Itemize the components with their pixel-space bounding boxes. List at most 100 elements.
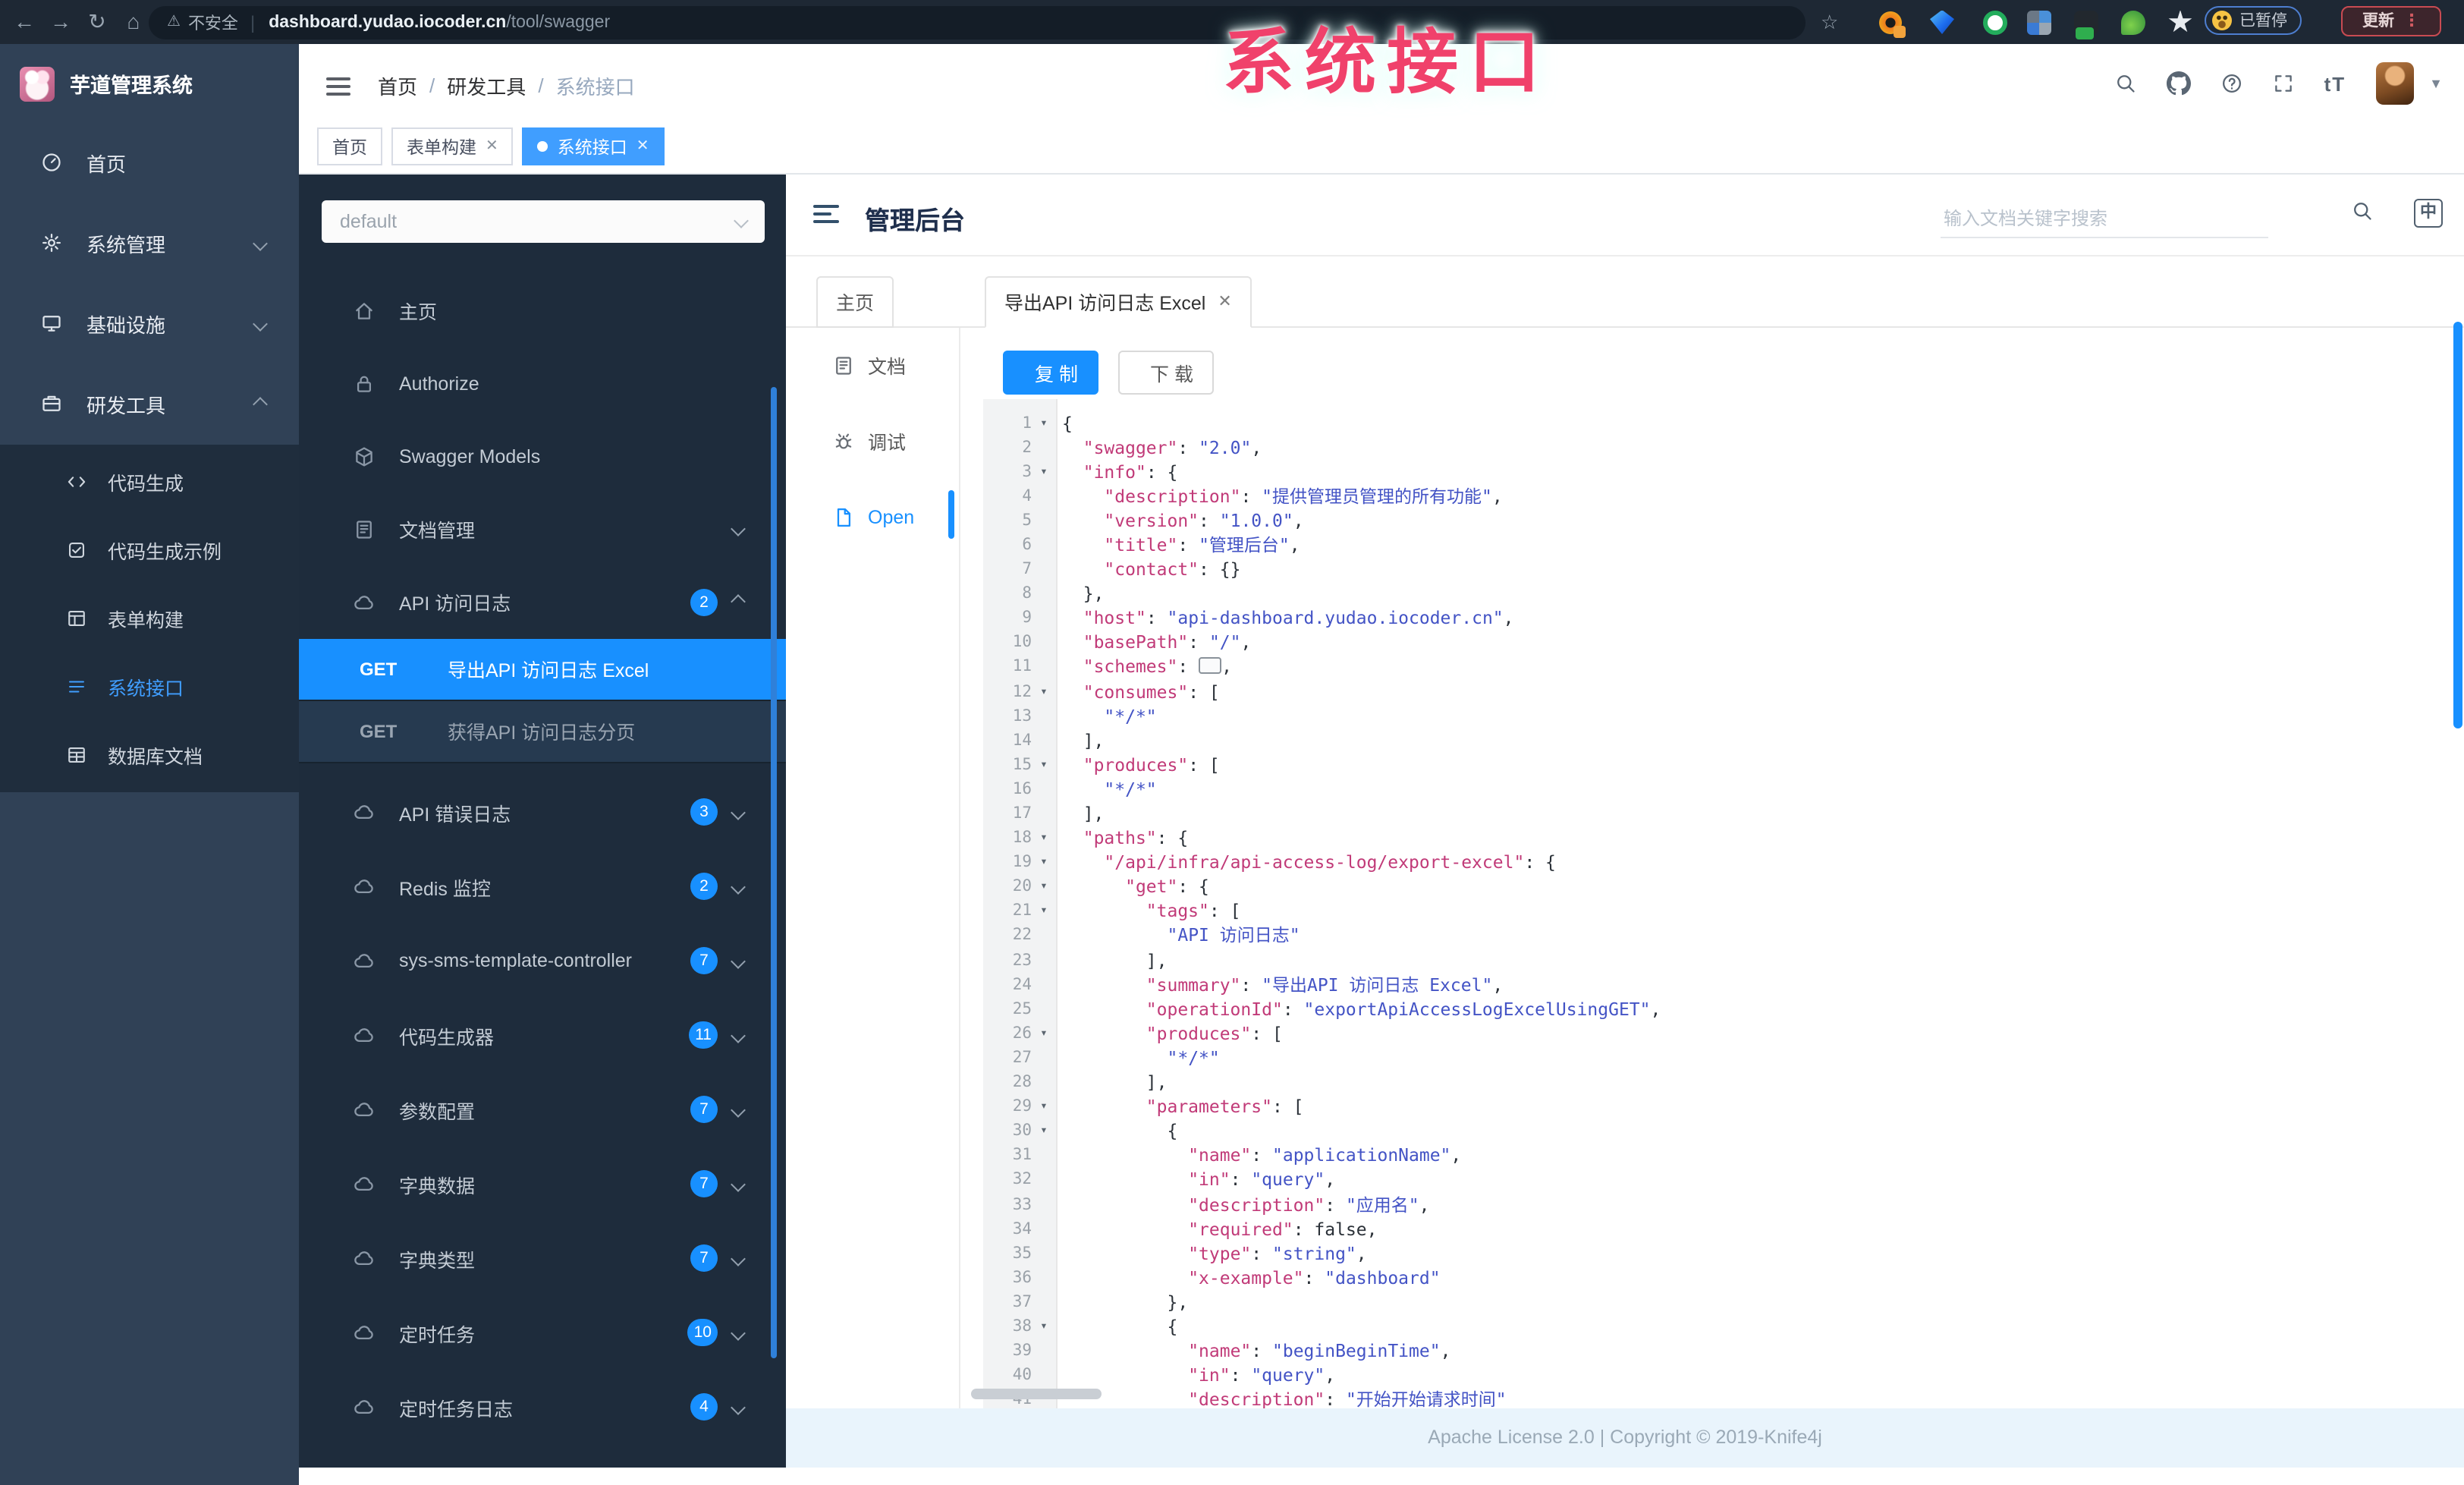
json-editor[interactable]: 1 ▾{2 "swagger": "2.0", 3 ▾ "info": {4 "des… — [983, 398, 2464, 1408]
doc-nav-调试[interactable]: 调试 — [786, 403, 953, 479]
fold-icon[interactable]: ▾ — [1032, 679, 1056, 703]
sidebar-subitem-3[interactable]: 系统接口 — [0, 653, 299, 721]
api-operation-1[interactable]: GET 获得API 访问日志分页 — [299, 700, 786, 763]
api-nav-item-b0[interactable]: API 错误日志 3 — [299, 775, 786, 849]
extension-icon-7[interactable] — [2168, 10, 2192, 33]
token: "get" — [1125, 876, 1178, 898]
tag-1[interactable]: 表单构建 ✕ — [391, 127, 514, 165]
sidebar-item-0[interactable]: 首页 — [0, 123, 299, 203]
api-nav-item-1[interactable]: Authorize — [299, 347, 786, 420]
fold-icon[interactable]: ▾ — [1032, 899, 1056, 923]
api-nav-item-2[interactable]: Swagger Models — [299, 420, 786, 492]
breadcrumb-link[interactable]: 首页 — [378, 71, 417, 100]
api-nav-item-b3[interactable]: 代码生成器 11 — [299, 998, 786, 1072]
tag-label: 表单构建 — [407, 139, 476, 157]
sidebar-subitem-0[interactable]: 代码生成 — [0, 448, 299, 516]
extension-icon-2[interactable] — [1930, 10, 1954, 34]
api-operation-0[interactable]: GET 导出API 访问日志 Excel — [299, 638, 786, 700]
token: , — [1650, 998, 1661, 1020]
close-icon[interactable]: ✕ — [636, 138, 649, 155]
sidebar-item-2[interactable]: 基础设施 — [0, 284, 299, 364]
github-icon[interactable] — [2166, 71, 2191, 96]
forward-icon[interactable]: → — [46, 0, 76, 44]
fold-icon[interactable]: ▾ — [1032, 1118, 1056, 1143]
sidebar-item-3[interactable]: 研发工具 — [0, 364, 299, 445]
extension-icon-4[interactable] — [2027, 10, 2051, 34]
doc-nav-Open[interactable]: Open — [786, 479, 953, 555]
code-line: 35 "type": "string", — [983, 1241, 2464, 1265]
fold-icon[interactable]: ▾ — [1032, 850, 1056, 874]
api-nav-item-0[interactable]: 主页 — [299, 274, 786, 347]
chevron-down-icon — [731, 953, 746, 968]
doc-tab-1[interactable]: 导出API 访问日志 Excel ✕ — [985, 275, 1252, 327]
api-sidebar-scrollbar[interactable] — [771, 386, 777, 1358]
fold-icon[interactable]: ▾ — [1032, 826, 1056, 850]
api-nav-item-b2[interactable]: sys-sms-template-controller 7 — [299, 923, 786, 998]
update-button[interactable]: 更新 ⋮ — [2341, 5, 2441, 36]
fullscreen-icon[interactable] — [2273, 73, 2294, 94]
api-nav-item-b4[interactable]: 参数配置 7 — [299, 1072, 786, 1147]
home-icon[interactable]: ⌂ — [118, 0, 149, 44]
fold-icon[interactable]: ▾ — [1032, 459, 1056, 483]
doc-tab-0[interactable]: 主页 — [816, 275, 894, 327]
api-nav-item-b9[interactable]: 岗位 — [299, 1444, 786, 1467]
user-avatar[interactable] — [2376, 62, 2415, 105]
count-badge: 7 — [690, 1170, 718, 1197]
collapse-icon[interactable] — [813, 204, 839, 224]
reload-icon[interactable]: ↻ — [82, 0, 112, 44]
close-icon[interactable]: ✕ — [486, 138, 498, 155]
extension-icon-6[interactable] — [2121, 10, 2145, 34]
tag-2[interactable]: 系统接口 ✕ — [522, 127, 665, 165]
search-icon[interactable] — [2115, 73, 2136, 94]
token: : { — [1146, 461, 1178, 483]
paused-extension-chip[interactable]: 已暂停 — [2205, 6, 2301, 35]
fold-icon[interactable]: ▾ — [1032, 875, 1056, 899]
fold-icon[interactable]: ▾ — [1032, 1094, 1056, 1118]
api-nav-item-b6[interactable]: 字典类型 7 — [299, 1221, 786, 1295]
doc-nav-文档[interactable]: 文档 — [786, 327, 953, 403]
doc-search-icon[interactable] — [2352, 200, 2373, 221]
close-icon[interactable]: ✕ — [1218, 291, 1231, 311]
api-nav-item-b5[interactable]: 字典数据 7 — [299, 1147, 786, 1221]
sidebar-subitem-2[interactable]: 表单构建 — [0, 584, 299, 653]
editor-horizontal-scrollbar[interactable] — [971, 1388, 1102, 1398]
api-nav-item-3[interactable]: 文档管理 — [299, 492, 786, 565]
collapsed-fold-box[interactable] — [1199, 657, 1222, 675]
hamburger-icon[interactable] — [326, 77, 350, 96]
address-bar[interactable]: ⚠ 不安全 | dashboard.yudao.iocoder.cn /tool… — [149, 5, 1806, 39]
question-icon[interactable] — [2221, 73, 2242, 94]
fold-icon[interactable]: ▾ — [1032, 753, 1056, 777]
extension-icon-5[interactable] — [2074, 10, 2098, 39]
sidebar-subitem-1[interactable]: 代码生成示例 — [0, 516, 299, 584]
app-logo[interactable]: 芋道管理系统 — [0, 44, 299, 123]
extension-icon-1[interactable] — [1878, 10, 1906, 37]
fold-icon[interactable]: ▾ — [1032, 411, 1056, 435]
api-nav-item-b7[interactable]: 定时任务 10 — [299, 1295, 786, 1370]
avatar-caret-icon[interactable]: ▼ — [2429, 76, 2443, 91]
language-icon[interactable]: 中 — [2414, 198, 2443, 227]
nav-row-right: 7 — [690, 1244, 746, 1272]
copy-button[interactable]: 复 制 — [1003, 350, 1099, 394]
bookmark-star-icon[interactable]: ☆ — [1821, 0, 1838, 44]
fold-icon[interactable]: ▾ — [1032, 1021, 1056, 1046]
api-group-select[interactable]: default — [322, 200, 765, 242]
back-icon[interactable]: ← — [9, 0, 39, 44]
api-nav-item-4[interactable]: API 访问日志 2 — [299, 565, 786, 638]
browser-menu-icon[interactable]: ⋮ — [2403, 11, 2420, 30]
breadcrumb-link[interactable]: 研发工具 — [447, 71, 526, 100]
extension-icon-3[interactable] — [1983, 10, 2007, 34]
api-nav-item-b8[interactable]: 定时任务日志 4 — [299, 1370, 786, 1444]
download-button[interactable]: 下 载 — [1118, 350, 1215, 394]
sidebar-item-1[interactable]: 系统管理 — [0, 203, 299, 284]
api-nav-item-b1[interactable]: Redis 监控 2 — [299, 849, 786, 923]
font-size-icon[interactable]: tT — [2324, 72, 2346, 95]
doc-search-input[interactable] — [1941, 207, 2268, 238]
page-scrollbar[interactable] — [2453, 322, 2462, 728]
tag-0[interactable]: 首页 — [317, 127, 382, 165]
token: ], — [1062, 729, 1105, 751]
chevron-down-icon — [731, 1176, 746, 1191]
sidebar-subitem-4[interactable]: 数据库文档 — [0, 721, 299, 789]
fold-icon[interactable]: ▾ — [1032, 1314, 1056, 1339]
